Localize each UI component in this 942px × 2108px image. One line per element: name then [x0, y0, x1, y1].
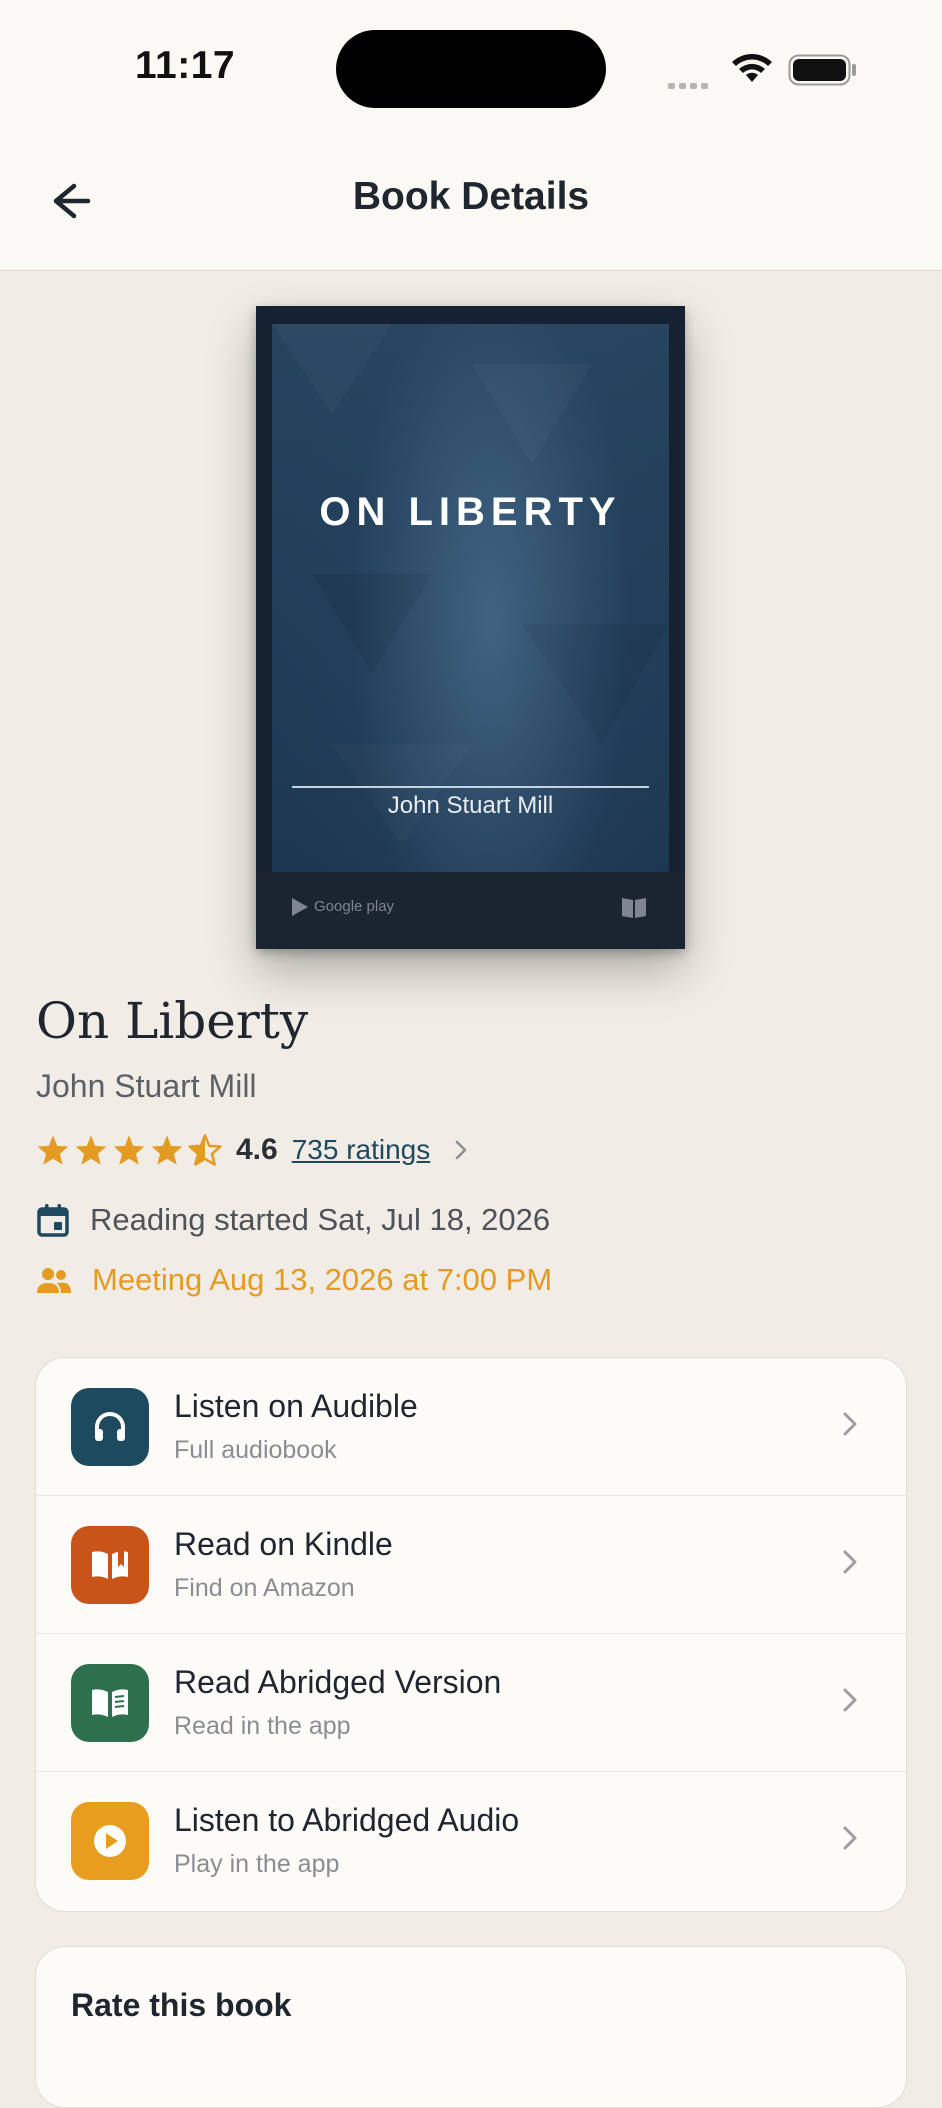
signal-icon [668, 76, 712, 94]
cover-divider [292, 786, 649, 788]
play-circle-icon [71, 1802, 149, 1880]
chevron-right-icon [843, 1550, 857, 1574]
listen-abridged-row[interactable]: Listen to Abridged Audio Play in the app [36, 1772, 906, 1909]
rate-title: Rate this book [71, 1987, 292, 2023]
reading-started: Reading started Sat, Jul 18, 2026 [36, 1202, 550, 1238]
dynamic-island [336, 30, 606, 108]
book-title: On Liberty [36, 992, 309, 1050]
rating-row: 4.6 735 ratings [36, 1128, 468, 1172]
listen-audible-row[interactable]: Listen on Audible Full audiobook [36, 1358, 906, 1495]
battery-icon [788, 54, 856, 86]
star-icon [37, 1135, 69, 1165]
meeting-info: Meeting Aug 13, 2026 at 7:00 PM [36, 1262, 552, 1298]
meeting-text: Meeting Aug 13, 2026 at 7:00 PM [92, 1262, 553, 1297]
wifi-icon [732, 54, 772, 82]
cover-footer: Google play [256, 872, 685, 949]
group-icon [37, 1268, 71, 1293]
chevron-right-icon [843, 1412, 857, 1436]
play-logo-icon [292, 898, 308, 917]
chevron-right-icon [843, 1826, 857, 1850]
star-rating [36, 1134, 226, 1166]
action-subtitle: Full audiobook [174, 1436, 337, 1464]
cover-texture [312, 574, 669, 744]
reading-started-text: Reading started Sat, Jul 18, 2026 [90, 1202, 551, 1237]
read-abridged-row[interactable]: Read Abridged Version Read in the app [36, 1634, 906, 1771]
book-cover: ON LIBERTY John Stuart Mill Google play [256, 306, 685, 949]
google-play-mark: Google play [292, 898, 394, 917]
headphones-icon [71, 1388, 149, 1466]
action-title: Read Abridged Version [174, 1664, 502, 1700]
action-subtitle: Find on Amazon [174, 1574, 355, 1602]
half-star-icon [188, 1134, 222, 1166]
top-bar: 11:17 Book Details [0, 0, 942, 271]
action-subtitle: Read in the app [174, 1712, 351, 1740]
action-subtitle: Play in the app [174, 1850, 340, 1878]
reader-icon [71, 1664, 149, 1742]
star-icon [151, 1135, 183, 1165]
read-kindle-row[interactable]: Read on Kindle Find on Amazon [36, 1496, 906, 1633]
cover-title: ON LIBERTY [319, 490, 622, 534]
open-book-icon [71, 1526, 149, 1604]
action-title: Read on Kindle [174, 1526, 393, 1562]
star-icon [113, 1135, 145, 1165]
ratings-link[interactable]: 735 ratings [292, 1134, 431, 1166]
action-title: Listen on Audible [174, 1388, 418, 1424]
book-author: John Stuart Mill [36, 1068, 257, 1104]
rating-value: 4.6 [236, 1133, 278, 1166]
action-title: Listen to Abridged Audio [174, 1802, 520, 1838]
star-icon [75, 1135, 107, 1165]
cover-author: John Stuart Mill [387, 792, 554, 819]
book-logo-icon [622, 898, 646, 918]
calendar-icon [37, 1204, 69, 1237]
chevron-right-icon[interactable] [454, 1139, 468, 1161]
rate-book-card: Rate this book [35, 1946, 907, 2108]
chevron-right-icon [843, 1688, 857, 1712]
reading-options-card: Listen on Audible Full audiobook Read on… [35, 1357, 907, 1912]
page-title: Book Details [352, 175, 590, 218]
status-time: 11:17 [135, 44, 236, 87]
